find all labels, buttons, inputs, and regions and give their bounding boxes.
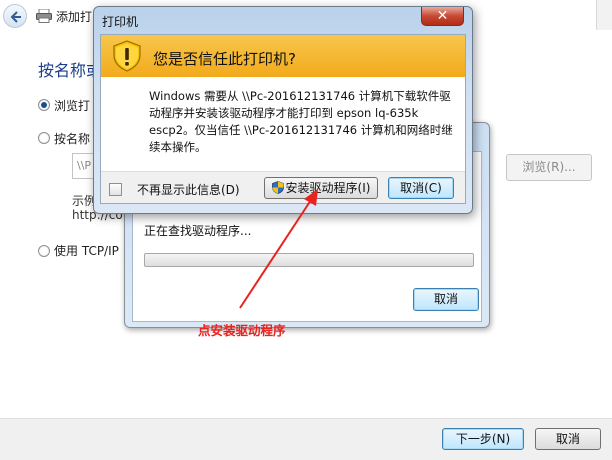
- back-button[interactable]: [3, 4, 27, 28]
- wizard-title: 添加打: [56, 10, 93, 24]
- radio-tcpip[interactable]: [38, 245, 50, 257]
- trust-message-line: Windows 需要从 \\Pc-201612131746 计算机下载软件驱: [149, 89, 451, 103]
- annotation-label: 点安装驱动程序: [198, 323, 286, 338]
- progress-cancel-button[interactable]: 取消: [413, 288, 479, 311]
- trust-message-line: 动程序并安装该驱动程序才能打印到 epson lq-635k: [149, 106, 419, 120]
- radio-by-name[interactable]: [38, 132, 50, 144]
- uac-shield-icon: [271, 181, 284, 194]
- option-by-name-label: 按名称: [54, 132, 91, 146]
- trust-dialog-title: 打印机: [102, 15, 139, 29]
- close-icon: ✕: [436, 8, 449, 24]
- install-driver-button[interactable]: 安装驱动程序(I): [264, 177, 378, 199]
- trust-message: Windows 需要从 \\Pc-201612131746 计算机下载软件驱 动…: [149, 88, 461, 156]
- trust-question: 您是否信任此打印机?: [153, 50, 296, 68]
- printer-icon: [36, 9, 52, 23]
- dont-show-label: 不再显示此信息(D): [137, 183, 240, 197]
- trust-message-line: 续本操作。: [149, 140, 207, 154]
- driver-progress-bar: [144, 253, 474, 267]
- close-button[interactable]: ✕: [421, 7, 464, 26]
- warning-shield-icon: [113, 40, 141, 72]
- trust-cancel-button[interactable]: 取消(C): [388, 177, 454, 199]
- wizard-cancel-button[interactable]: 取消: [535, 428, 601, 450]
- option-tcpip-label: 使用 TCP/IP: [54, 244, 119, 258]
- next-button[interactable]: 下一步(N): [442, 428, 524, 450]
- warning-banner: 您是否信任此打印机?: [101, 35, 465, 77]
- trust-printer-dialog: 打印机 ✕ 您是否信任此打印机? Windows 需要从 \\Pc-201612…: [93, 6, 473, 214]
- finding-driver-status: 正在查找驱动程序...: [144, 224, 252, 238]
- trust-message-line: escp2。仅当信任 \\Pc-201612131746 计算机和网络时继: [149, 123, 453, 137]
- back-arrow-icon: [10, 11, 21, 23]
- wizard-window-edge: [596, 0, 612, 30]
- install-driver-label: 安装驱动程序(I): [285, 181, 371, 195]
- option-browse-label: 浏览打: [54, 99, 91, 113]
- radio-browse[interactable]: [38, 99, 50, 111]
- dont-show-checkbox[interactable]: [109, 183, 122, 196]
- browse-button[interactable]: 浏览(R)...: [506, 154, 592, 181]
